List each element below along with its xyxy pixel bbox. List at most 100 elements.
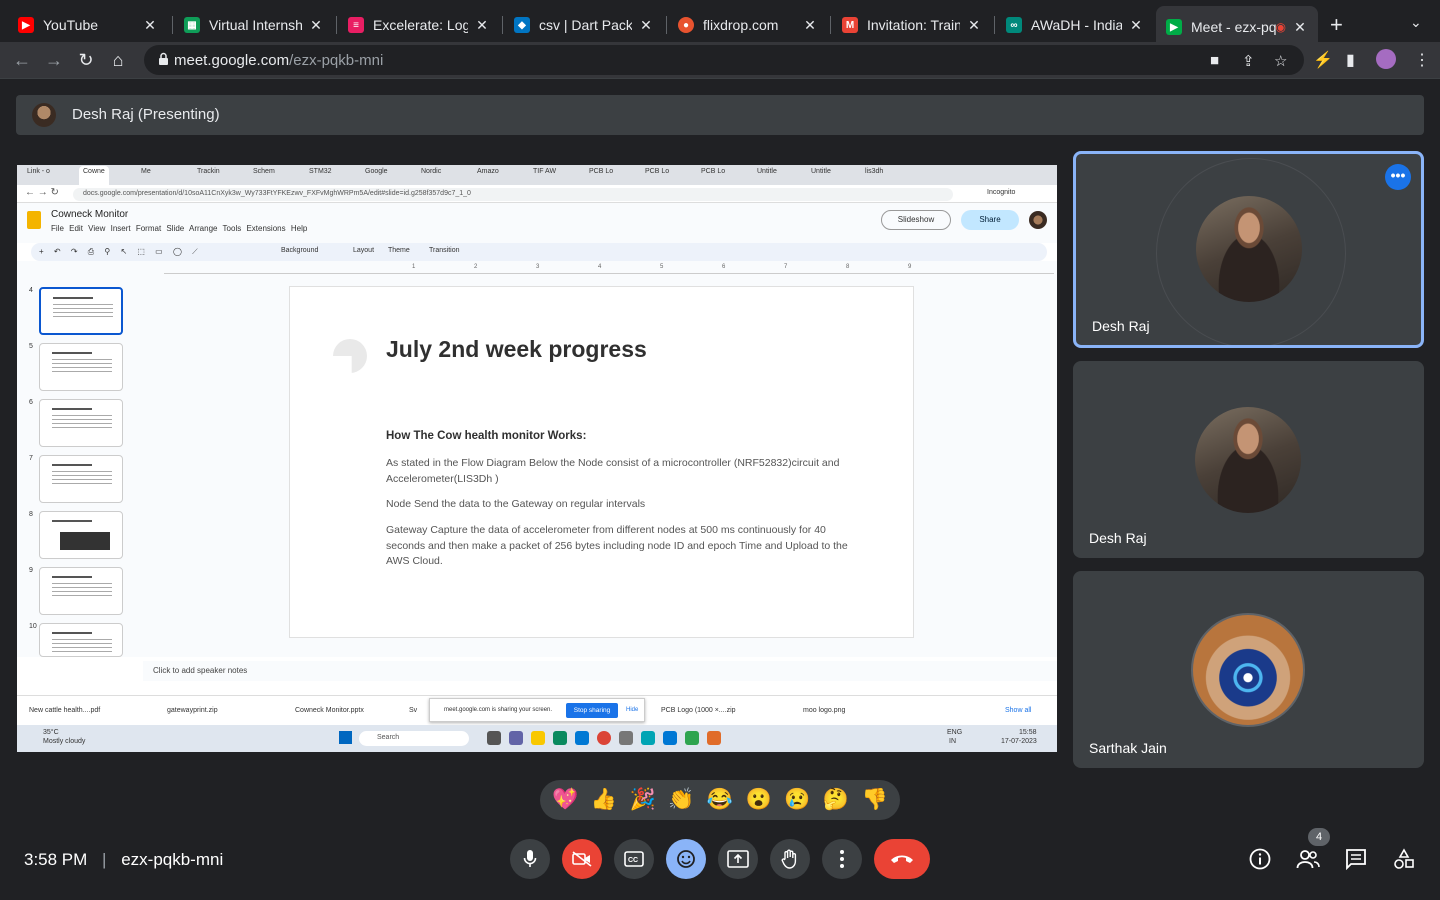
chat-icon[interactable] (1345, 848, 1367, 876)
participant-count-badge: 4 (1308, 828, 1330, 846)
taskbar-app-icon (487, 731, 501, 745)
meeting-code: ezx-pqkb-mni (121, 850, 224, 869)
participant-tile[interactable]: Desh Raj (1073, 361, 1424, 558)
speaker-notes: Click to add speaker notes (143, 661, 1057, 681)
tab-title: YouTube (43, 17, 99, 33)
ruler-tick: 7 (784, 264, 788, 270)
tab-dart-csv[interactable]: ◆ csv | Dart Package ✕ (504, 8, 664, 42)
inner-tab: TIF AW (533, 168, 557, 175)
tab-search-chevron-icon[interactable]: ⌄ (1410, 14, 1422, 31)
reaction-thinking[interactable]: 🤔 (823, 788, 849, 812)
captions-button[interactable]: CC (614, 839, 654, 879)
back-arrow-icon[interactable]: ← (12, 50, 32, 71)
speaker-notes-text: Click to add speaker notes (153, 666, 248, 675)
new-tab-button[interactable]: + (1330, 12, 1343, 38)
reaction-thumbs-down[interactable]: 👎 (862, 788, 888, 812)
inner-tab: Link - o (27, 168, 50, 175)
leave-call-button[interactable] (874, 839, 930, 879)
raise-hand-button[interactable] (770, 839, 810, 879)
share-page-icon[interactable]: ⇪ (1242, 52, 1255, 70)
people-icon[interactable] (1296, 848, 1320, 876)
mic-button[interactable] (510, 839, 550, 879)
close-icon[interactable]: ✕ (638, 17, 654, 34)
participant-tile[interactable]: Sarthak Jain (1073, 571, 1424, 768)
side-panel-icon[interactable]: ▮ (1346, 50, 1355, 70)
menu-item: Edit (69, 224, 83, 233)
lang-label: ENG (947, 729, 963, 736)
lock-icon[interactable] (158, 52, 169, 66)
home-icon[interactable]: ⌂ (108, 50, 128, 71)
close-icon[interactable]: ✕ (966, 17, 982, 34)
ruler-tick: 4 (598, 264, 602, 270)
tab-title: Meet - ezx-pq (1191, 19, 1276, 35)
tab-virtual-internship[interactable]: ▦ Virtual Internship ✕ (174, 8, 334, 42)
forward-arrow-icon[interactable]: → (44, 50, 64, 71)
tab-youtube[interactable]: ▶ YouTube ✕ (8, 8, 168, 42)
camera-button[interactable] (562, 839, 602, 879)
inner-tab: Nordic (421, 168, 442, 175)
tab-gmail-invitation[interactable]: M Invitation: Training ✕ (832, 8, 992, 42)
close-icon[interactable]: ✕ (1292, 19, 1308, 36)
menu-item: Help (290, 224, 308, 233)
close-icon[interactable]: ✕ (142, 17, 158, 34)
ruler: 1 2 3 4 5 6 7 8 9 (164, 264, 1054, 274)
tab-awadh[interactable]: ∞ AWaDH - Indian In ✕ (996, 8, 1154, 42)
toolbar-transition: Transition (429, 247, 460, 254)
menu-item: Insert (110, 224, 131, 233)
extensions-icon[interactable]: ⚡ (1313, 50, 1333, 70)
slide-paragraph: Gateway Capture the data of acceleromete… (386, 524, 848, 567)
reaction-crying[interactable]: 😢 (784, 788, 810, 812)
reaction-clapping[interactable]: 👏 (668, 788, 694, 812)
windows-start-icon (339, 731, 352, 744)
more-options-button[interactable] (822, 839, 862, 879)
more-vert-icon (840, 850, 844, 868)
inner-tab: Me (141, 168, 151, 175)
more-options-icon[interactable]: ••• (1385, 164, 1411, 190)
close-icon[interactable]: ✕ (474, 17, 490, 34)
dart-icon: ◆ (514, 17, 530, 33)
close-icon[interactable]: ✕ (308, 17, 324, 34)
download-item: PCB Logo (1000 ×....zip (661, 707, 736, 714)
camera-in-use-icon[interactable]: ■ (1210, 52, 1219, 69)
inner-tab: STM32 (309, 168, 332, 175)
activities-icon[interactable] (1393, 848, 1415, 876)
doc-share-button: Share (961, 210, 1019, 230)
bookmark-star-icon[interactable]: ☆ (1274, 52, 1287, 70)
tab-excelerate[interactable]: ≡ Excelerate: Log in ✕ (338, 8, 500, 42)
slide-paragraph: As stated in the Flow Diagram Below the … (386, 457, 840, 485)
download-item: Cowneck Monitor.pptx (295, 707, 364, 714)
more-vert-icon[interactable]: ⋮ (1414, 50, 1430, 70)
ruler-tick: 3 (536, 264, 540, 270)
menu-item: Arrange (189, 224, 218, 233)
download-item: New cattle health....pdf (29, 707, 101, 714)
windows-taskbar: 35°C Mostly cloudy Search ENG IN 15:58 1… (17, 725, 1057, 752)
reaction-laughing[interactable]: 😂 (707, 788, 733, 812)
reaction-surprised[interactable]: 😮 (746, 788, 772, 812)
menu-item: File (51, 224, 64, 233)
profile-avatar[interactable] (1376, 49, 1396, 69)
ruler-tick: 1 (412, 264, 416, 270)
info-icon[interactable] (1249, 848, 1271, 876)
reaction-party-popper[interactable]: 🎉 (630, 788, 656, 812)
thumb-number: 4 (29, 287, 33, 294)
thumb-number: 6 (29, 399, 33, 406)
slides-icon (27, 211, 41, 229)
taskbar-app-icon (707, 731, 721, 745)
present-screen-icon (727, 850, 749, 868)
present-button[interactable] (718, 839, 758, 879)
reload-icon[interactable]: ↻ (76, 50, 96, 71)
taskbar-app-icon (663, 731, 677, 745)
taskbar-app-icon (575, 731, 589, 745)
reactions-button[interactable] (666, 839, 706, 879)
taskbar-app-icon (553, 731, 567, 745)
taskbar-app-icon (509, 731, 523, 745)
close-icon[interactable]: ✕ (1128, 17, 1144, 34)
tab-flixdrop[interactable]: ● flixdrop.com ✕ (668, 8, 828, 42)
address-bar[interactable]: meet.google.com/ezx-pqkb-mni ■ ⇪ ☆ (144, 45, 1304, 75)
taskbar-date: 17-07-2023 (1001, 738, 1037, 745)
reaction-thumbs-up[interactable]: 👍 (591, 788, 617, 812)
close-icon[interactable]: ✕ (802, 17, 818, 34)
participant-tile[interactable]: ••• Desh Raj (1073, 151, 1424, 348)
reaction-sparkling-heart[interactable]: 💖 (552, 788, 578, 812)
toolbar-layout: Layout (353, 247, 375, 254)
